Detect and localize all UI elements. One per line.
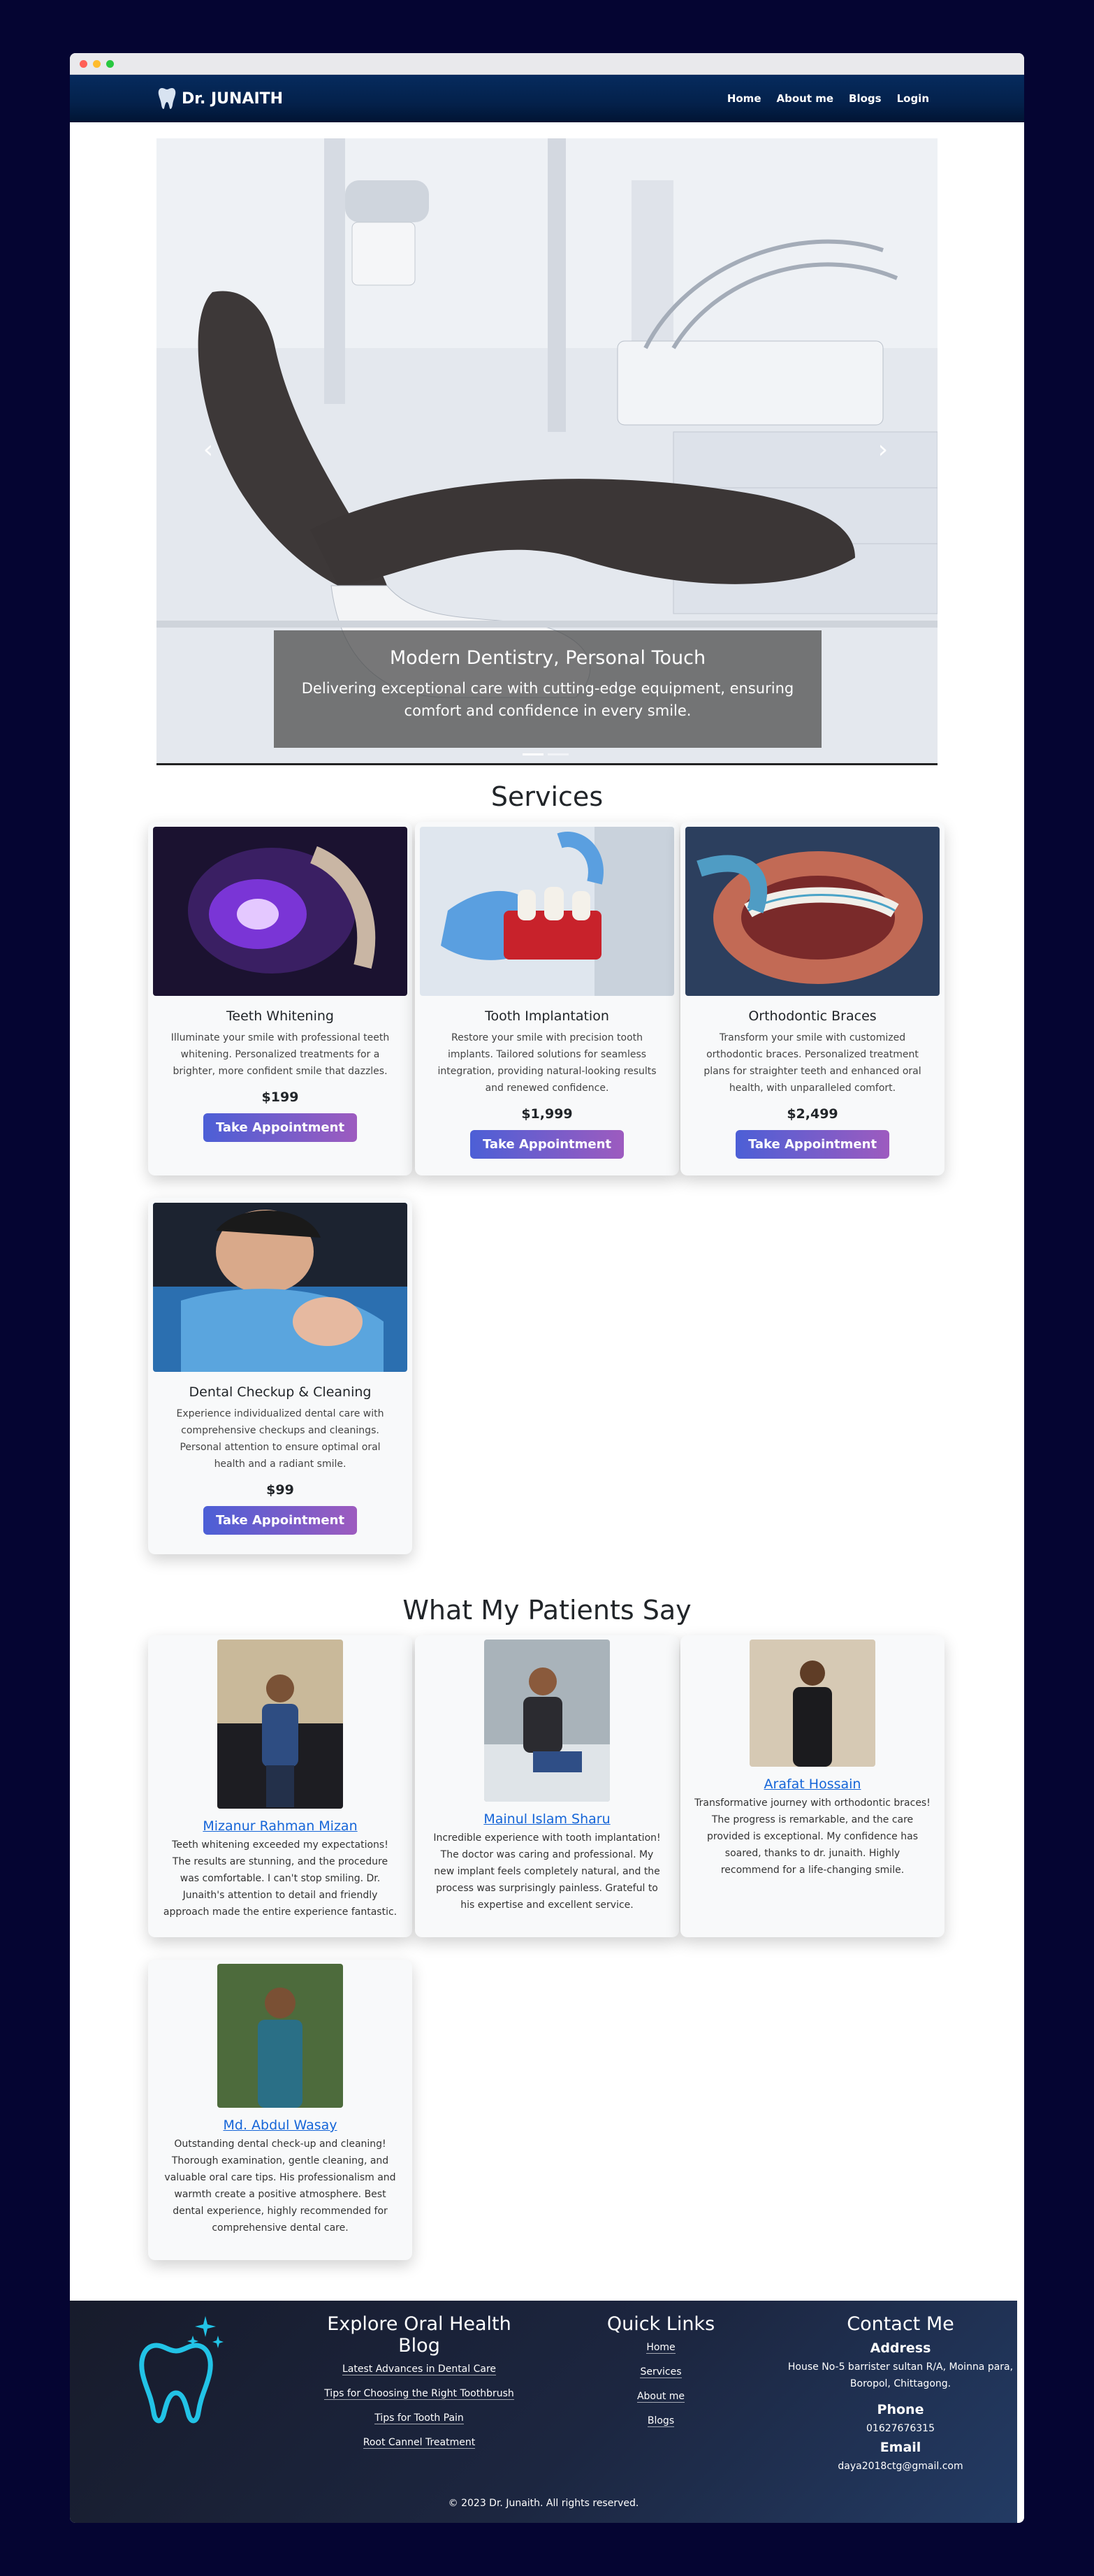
testimonial-text: Teeth whitening exceeded my expectations…: [163, 1839, 398, 1918]
take-appointment-button[interactable]: Take Appointment: [203, 1113, 358, 1142]
service-image-teeth-whitening: [153, 827, 407, 996]
footer-blog-link[interactable]: Root Cannel Treatment: [363, 2437, 476, 2449]
close-window-icon[interactable]: [80, 59, 87, 68]
testimonials-title: What My Patients Say: [402, 1595, 692, 1626]
service-desc: Transform your smile with customized ort…: [703, 1032, 921, 1094]
phone-number: 01627676315: [866, 2423, 935, 2434]
footer-blog-link[interactable]: Tips for Tooth Pain: [374, 2412, 464, 2424]
copyright-text: © 2023 Dr. Junaith. All rights reserved.: [448, 2498, 639, 2509]
carousel-next-button[interactable]: ›: [869, 436, 897, 464]
take-appointment-button[interactable]: Take Appointment: [469, 1130, 625, 1159]
service-title: Dental Checkup & Cleaning: [189, 1384, 372, 1400]
service-card: Teeth Whitening Illuminate your smile wi…: [148, 822, 412, 1175]
footer-link-about-me[interactable]: About me: [636, 2391, 685, 2403]
footer-quick-links-title: Quick Links: [606, 2313, 715, 2335]
nav-home[interactable]: Home: [727, 92, 761, 105]
service-desc: Experience individualized dental care wi…: [176, 1408, 384, 1470]
service-title: Tooth Implantation: [485, 1008, 609, 1024]
testimonial-card: Mainul Islam Sharu Incredible experience…: [415, 1635, 679, 1937]
testimonial-text: Transformative journey with orthodontic …: [694, 1797, 931, 1876]
browser-chrome: [70, 53, 1024, 75]
chevron-right-icon: ›: [877, 435, 889, 464]
services-title: Services: [490, 781, 604, 812]
footer-contact-column: Contact Me Address House No-5 barrister …: [785, 2313, 1016, 2475]
testimonial-text: Outstanding dental check-up and cleaning…: [164, 2139, 396, 2234]
take-appointment-button[interactable]: Take Appointment: [735, 1130, 890, 1159]
nav-login[interactable]: Login: [897, 92, 929, 105]
testimonial-card: Md. Abdul Wasay Outstanding dental check…: [148, 1960, 412, 2260]
service-title: Orthodontic Braces: [748, 1008, 877, 1024]
patient-name-link[interactable]: Md. Abdul Wasay: [148, 2118, 412, 2133]
service-image-dental-checkup: [153, 1203, 407, 1372]
service-image-tooth-implantation: [420, 827, 674, 996]
footer-blog-title: Explore Oral Health Blog: [327, 2313, 511, 2357]
patient-photo: [217, 1640, 343, 1809]
minimize-window-icon[interactable]: [93, 59, 101, 68]
phone-label: Phone: [877, 2402, 924, 2417]
footer-link-blogs[interactable]: Blogs: [647, 2415, 675, 2427]
patient-name-link[interactable]: Mizanur Rahman Mizan: [148, 1818, 412, 1834]
service-card: Tooth Implantation Restore your smile wi…: [415, 822, 679, 1175]
address-label: Address: [870, 2340, 931, 2356]
take-appointment-button[interactable]: Take Appointment: [203, 1506, 358, 1535]
chevron-left-icon: ‹: [203, 435, 214, 464]
tooth-sparkle-icon: [139, 2316, 224, 2424]
hero-carousel: ‹ › Modern Dentistry, Personal Touch Del…: [156, 138, 938, 765]
testimonial-card: Arafat Hossain Transformative journey wi…: [680, 1635, 945, 1937]
service-image-orthodontic-braces: [685, 827, 940, 996]
patient-name-link[interactable]: Mainul Islam Sharu: [415, 1811, 679, 1827]
hero-caption: Modern Dentistry, Personal Touch Deliver…: [274, 630, 822, 748]
patient-name-link[interactable]: Arafat Hossain: [680, 1777, 945, 1792]
footer-contact-title: Contact Me: [847, 2313, 954, 2335]
footer-blog-link[interactable]: Latest Advances in Dental Care: [342, 2364, 497, 2375]
brand-link[interactable]: Dr. JUNAITH: [158, 75, 283, 122]
carousel-indicators: [523, 753, 569, 755]
footer-link-services[interactable]: Services: [640, 2366, 682, 2378]
service-price: $99: [266, 1482, 294, 1498]
service-desc: Illuminate your smile with professional …: [170, 1032, 390, 1077]
footer-link-home[interactable]: Home: [646, 2342, 676, 2354]
footer-quick-links-column: Quick Links Home Services About me Blogs: [598, 2313, 724, 2427]
nav-about-me[interactable]: About me: [777, 92, 834, 105]
footer: Explore Oral Health Blog Latest Advances…: [70, 2301, 1017, 2523]
maximize-window-icon[interactable]: [106, 59, 114, 68]
service-card: Orthodontic Braces Transform your smile …: [680, 822, 945, 1175]
nav-blogs[interactable]: Blogs: [849, 92, 882, 105]
testimonial-text: Incredible experience with tooth implant…: [433, 1832, 661, 1911]
brand-name: Dr. JUNAITH: [182, 89, 284, 108]
carousel-indicator[interactable]: [523, 753, 544, 755]
hero-title: Modern Dentistry, Personal Touch: [389, 647, 706, 669]
navbar: Dr. JUNAITH Home About me Blogs Login: [70, 75, 1024, 122]
address-text: House No-5 barrister sultan R/A, Moinna …: [787, 2361, 1014, 2389]
carousel-indicator[interactable]: [548, 753, 569, 755]
email-address: daya2018ctg@gmail.com: [838, 2461, 963, 2472]
patient-photo: [750, 1640, 875, 1767]
hero-text: Delivering exceptional care with cutting…: [301, 680, 794, 719]
carousel-prev-button[interactable]: ‹: [194, 436, 222, 464]
service-card: Dental Checkup & Cleaning Experience ind…: [148, 1198, 412, 1554]
patient-photo: [217, 1964, 343, 2108]
footer-blog-link[interactable]: Tips for Choosing the Right Toothbrush: [324, 2388, 514, 2400]
service-desc: Restore your smile with precision tooth …: [437, 1032, 657, 1094]
browser-window: Dr. JUNAITH Home About me Blogs Login ‹ …: [70, 53, 1024, 2523]
patient-photo: [484, 1640, 610, 1802]
tooth-icon: [158, 88, 176, 109]
email-label: Email: [880, 2440, 921, 2455]
service-price: $199: [261, 1090, 299, 1105]
service-price: $1,999: [521, 1106, 573, 1122]
footer-blog-column: Explore Oral Health Blog Latest Advances…: [307, 2313, 531, 2449]
service-price: $2,499: [787, 1106, 838, 1122]
service-title: Teeth Whitening: [226, 1008, 334, 1024]
nav-links: Home About me Blogs Login: [727, 75, 929, 122]
testimonial-card: Mizanur Rahman Mizan Teeth whitening exc…: [148, 1635, 412, 1937]
